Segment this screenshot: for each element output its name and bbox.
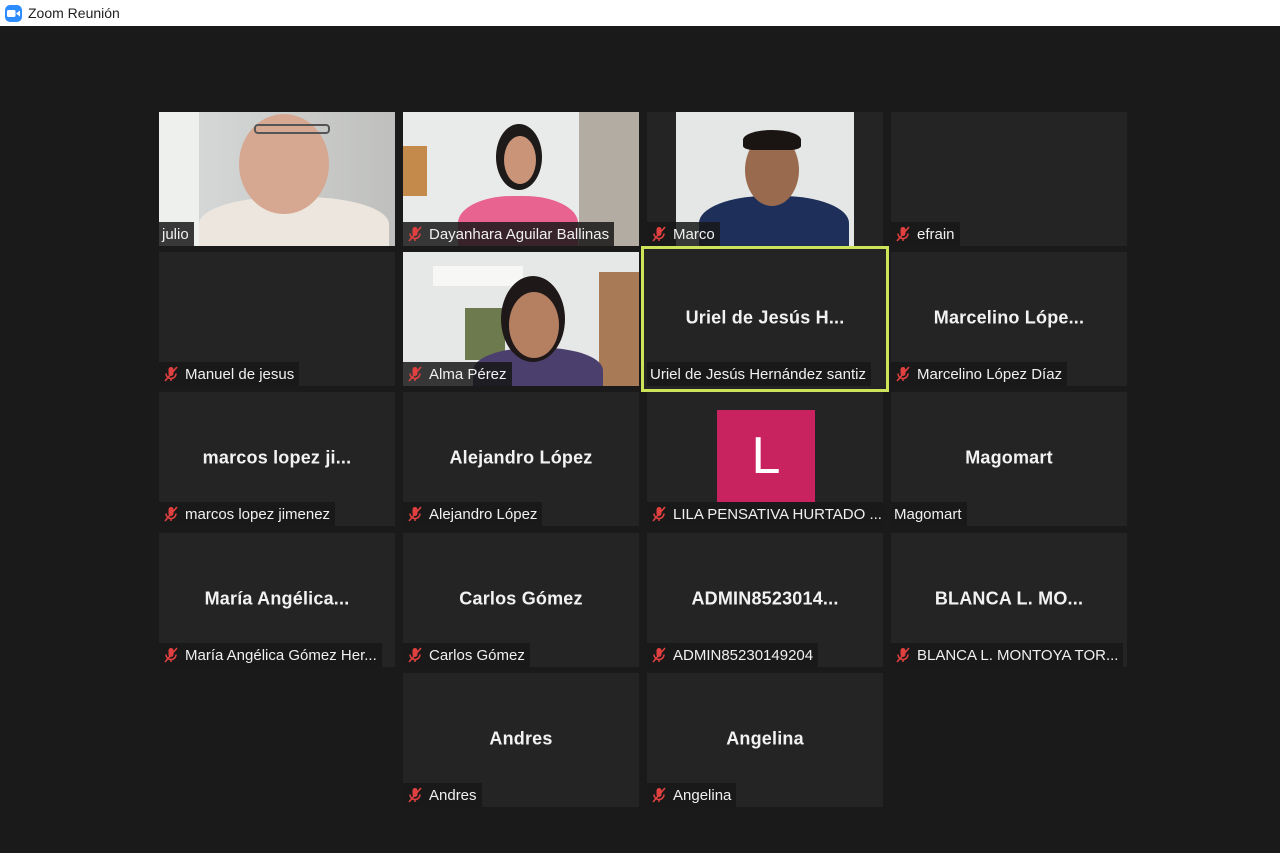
- microphone-muted-icon: [164, 506, 178, 522]
- participant-tile-efrain[interactable]: efrain: [891, 112, 1127, 246]
- microphone-muted-icon: [652, 226, 666, 242]
- participant-name-label: marcos lopez jimenez: [159, 502, 336, 526]
- microphone-muted-icon: [408, 787, 422, 803]
- participant-name: marcos lopez jimenez: [185, 505, 331, 523]
- participant-display-name: Alejandro López: [449, 447, 593, 468]
- participant-name: Marco: [673, 225, 715, 243]
- participant-name-label: ADMIN85230149204: [647, 643, 819, 667]
- window-titlebar[interactable]: Zoom Reunión: [0, 0, 1280, 26]
- participant-tile-alejandro[interactable]: Alejandro López Alejandro López: [403, 392, 639, 526]
- participant-avatar: L: [717, 410, 815, 502]
- zoom-camera-icon: [5, 4, 22, 22]
- participant-name: Carlos Gómez: [429, 646, 525, 664]
- participant-tile-admin[interactable]: ADMIN8523014... ADMIN85230149204: [647, 533, 883, 667]
- microphone-muted-icon: [408, 506, 422, 522]
- microphone-muted-icon: [652, 506, 666, 522]
- microphone-muted-icon: [896, 226, 910, 242]
- participant-name: Manuel de jesus: [185, 365, 295, 383]
- microphone-muted-icon: [896, 366, 910, 382]
- participant-tile-uriel-active-speaker[interactable]: Uriel de Jesús H... Uriel de Jesús Herná…: [641, 246, 889, 392]
- participant-name-label: Uriel de Jesús Hernández santiz: [647, 362, 871, 386]
- participant-display-name: BLANCA L. MO...: [934, 588, 1084, 609]
- participant-name-label: BLANCA L. MONTOYA TOR...: [891, 643, 1124, 667]
- microphone-muted-icon: [164, 647, 178, 663]
- participant-name: LILA PENSATIVA HURTADO ...: [673, 505, 882, 523]
- participant-tile-marcelino[interactable]: Marcelino Lópe... Marcelino López Díaz: [891, 252, 1127, 386]
- participant-display-name: Uriel de Jesús H...: [685, 307, 845, 328]
- participant-name: BLANCA L. MONTOYA TOR...: [917, 646, 1119, 664]
- participant-tile-marco[interactable]: Marco: [647, 112, 883, 246]
- participant-tile-andres[interactable]: Andres Andres: [403, 673, 639, 807]
- participant-name-label: LILA PENSATIVA HURTADO ...: [647, 502, 883, 526]
- participant-tile-magomart[interactable]: Magomart Magomart: [891, 392, 1127, 526]
- participant-name-label: Carlos Gómez: [403, 643, 530, 667]
- participant-display-name: Andres: [489, 728, 553, 749]
- microphone-muted-icon: [408, 226, 422, 242]
- participant-display-name: Carlos Gómez: [459, 588, 583, 609]
- participant-tile-marcos[interactable]: marcos lopez ji... marcos lopez jimenez: [159, 392, 395, 526]
- participant-name: julio: [162, 225, 189, 243]
- participant-tile-blanca[interactable]: BLANCA L. MO... BLANCA L. MONTOYA TOR...: [891, 533, 1127, 667]
- participant-name-label: Marcelino López Díaz: [891, 362, 1068, 386]
- participant-name: Marcelino López Díaz: [917, 365, 1063, 383]
- participant-name: efrain: [917, 225, 955, 243]
- participant-name: Uriel de Jesús Hernández santiz: [650, 365, 866, 383]
- microphone-muted-icon: [408, 647, 422, 663]
- participant-name: Alma Pérez: [429, 365, 507, 383]
- participant-name: Angelina: [673, 786, 732, 804]
- participant-name: Alejandro López: [429, 505, 538, 523]
- participant-tile-dayanhara[interactable]: Dayanhara Aguilar Ballinas: [403, 112, 639, 246]
- participant-display-name: ADMIN8523014...: [691, 588, 839, 609]
- participant-display-name: María Angélica...: [204, 588, 350, 609]
- participant-name-label: Manuel de jesus: [159, 362, 300, 386]
- participant-tile-angelina[interactable]: Angelina Angelina: [647, 673, 883, 807]
- participant-video: [159, 112, 395, 246]
- participant-tile-lila[interactable]: L LILA PENSATIVA HURTADO ...: [647, 392, 883, 526]
- participant-tile-carlos[interactable]: Carlos Gómez Carlos Gómez: [403, 533, 639, 667]
- participant-name: María Angélica Gómez Her...: [185, 646, 377, 664]
- participant-display-name: Angelina: [726, 728, 804, 749]
- participant-tile-maria-angelica[interactable]: María Angélica... María Angélica Gómez H…: [159, 533, 395, 667]
- participant-name-label: María Angélica Gómez Her...: [159, 643, 382, 667]
- microphone-muted-icon: [164, 366, 178, 382]
- participant-name-label: Alejandro López: [403, 502, 543, 526]
- participant-name-label: Dayanhara Aguilar Ballinas: [403, 222, 615, 246]
- participant-tile-manuel[interactable]: Manuel de jesus: [159, 252, 395, 386]
- participant-name-label: Alma Pérez: [403, 362, 512, 386]
- participant-name: Magomart: [894, 505, 962, 523]
- participant-name-label: Angelina: [647, 783, 737, 807]
- participant-name: ADMIN85230149204: [673, 646, 814, 664]
- participant-name: Andres: [429, 786, 477, 804]
- microphone-muted-icon: [652, 787, 666, 803]
- participant-tile-alma[interactable]: Alma Pérez: [403, 252, 639, 386]
- window-title: Zoom Reunión: [28, 5, 120, 21]
- participant-display-name: marcos lopez ji...: [202, 447, 352, 468]
- participant-tile-julio[interactable]: julio: [159, 112, 395, 246]
- participant-name-label: Magomart: [891, 502, 967, 526]
- participant-name: Dayanhara Aguilar Ballinas: [429, 225, 610, 243]
- participant-name-label: julio: [159, 222, 194, 246]
- participant-display-name: Marcelino Lópe...: [933, 307, 1085, 328]
- participant-display-name: Magomart: [965, 447, 1053, 468]
- participant-name-label: Andres: [403, 783, 482, 807]
- participant-name-label: efrain: [891, 222, 960, 246]
- participant-name-label: Marco: [647, 222, 720, 246]
- microphone-muted-icon: [408, 366, 422, 382]
- microphone-muted-icon: [652, 647, 666, 663]
- gallery-view: julio Dayanhara Aguilar Ballinas Marco e…: [0, 26, 1280, 853]
- microphone-muted-icon: [896, 647, 910, 663]
